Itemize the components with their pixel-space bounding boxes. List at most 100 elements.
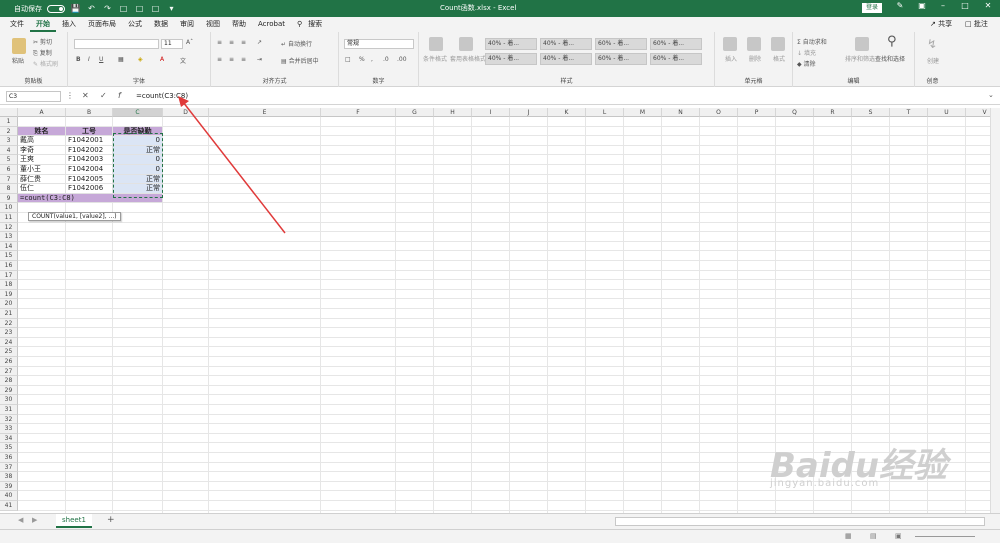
sort-filter-icon[interactable] [855,37,869,51]
name-box-dropdown-icon[interactable]: ⋮ [66,91,74,100]
search-box[interactable]: 搜索 [308,17,328,32]
table-cell[interactable]: 李奇 [18,145,66,156]
underline-icon[interactable]: U [99,56,103,63]
format-painter-button[interactable]: ✎ 格式刷 [33,59,58,68]
share-button[interactable]: ↗ 共享 [930,19,952,29]
column-header-d[interactable]: D [163,108,209,117]
row-header[interactable]: 3 [0,136,18,146]
row-header[interactable]: 24 [0,337,18,348]
format-cells-icon[interactable] [771,37,785,51]
align-top-icon[interactable]: ≡ [217,39,222,46]
fill-button[interactable]: ↓ 填充 [797,48,816,57]
style-cell[interactable]: 60% - 着... [595,38,647,50]
sort-filter-label[interactable]: 排序和筛选 [845,54,875,63]
undo-icon[interactable]: ↶ [86,4,97,13]
column-header-c[interactable]: C [113,108,163,117]
row-header[interactable]: 18 [0,280,18,290]
format-table-icon[interactable] [459,37,473,51]
row-header[interactable]: 22 [0,318,18,329]
table-cell[interactable]: 正常 [113,184,163,194]
function-tooltip[interactable]: COUNT(value1, [value2], ...) [28,212,121,221]
orientation-icon[interactable]: ↗ [257,39,262,46]
ribbon-display-icon[interactable]: ▣ [912,1,932,10]
table-cell[interactable]: 0 [113,136,163,146]
table-cell[interactable]: 王爽 [18,155,66,165]
conditional-format-icon[interactable] [429,37,443,51]
paste-label[interactable]: 粘贴 [12,56,24,65]
row-header[interactable]: 31 [0,405,18,415]
cancel-icon[interactable]: ✕ [82,91,89,100]
row-header[interactable]: 30 [0,395,18,405]
font-color-icon[interactable]: A [160,56,164,63]
table-cell[interactable]: 戴高 [18,136,66,146]
column-header-e[interactable]: E [209,108,321,117]
row-header[interactable]: 6 [0,165,18,175]
italic-icon[interactable]: I [88,56,90,63]
zoom-slider[interactable] [915,536,975,537]
row-header[interactable]: 9 [0,193,18,204]
phonetic-icon[interactable]: 文 [180,56,186,65]
merge-center-button[interactable]: ▤ 合并后居中 [281,56,319,65]
column-header-v[interactable]: V [966,108,990,117]
borders-icon[interactable]: ▦ [118,56,124,63]
select-all-corner[interactable] [0,108,18,117]
sheet-tab[interactable]: sheet1 [56,514,92,528]
scroll-sheets-left-icon[interactable]: ◀ [18,516,23,524]
clear-button[interactable]: ◆ 清除 [797,59,816,68]
bold-icon[interactable]: B [76,56,81,63]
style-cell[interactable]: 60% - 着... [650,53,702,65]
table-cell[interactable]: 正常 [113,145,163,156]
tab-help[interactable]: 帮助 [226,17,252,32]
format-cells-label[interactable]: 格式 [773,54,785,63]
align-right-icon[interactable]: ≡ [241,56,246,63]
row-header[interactable]: 34 [0,433,18,444]
column-header-o[interactable]: O [700,108,738,117]
column-header-u[interactable]: U [928,108,966,117]
tab-page-layout[interactable]: 页面布局 [82,17,122,32]
expand-formula-icon[interactable]: ⌄ [988,91,994,99]
tab-acrobat[interactable]: Acrobat [252,17,291,32]
number-format-select[interactable]: 常规 [344,39,414,49]
font-size-select[interactable]: 11 [161,39,183,49]
style-cell[interactable]: 60% - 着... [650,38,702,50]
table-cell[interactable]: F1042005 [66,174,113,185]
decrease-decimal-icon[interactable]: .00 [397,56,407,63]
find-select-label[interactable]: 查找和选择 [875,54,905,63]
row-header[interactable]: 4 [0,145,18,156]
row-header[interactable]: 40 [0,491,18,501]
style-cell[interactable]: 40% - 着... [485,38,537,50]
column-header-g[interactable]: G [396,108,434,117]
increase-decimal-icon[interactable]: .0 [383,56,389,63]
comment-button[interactable]: □ 批注 [965,19,988,29]
delete-cells-icon[interactable] [747,37,761,51]
column-header-q[interactable]: Q [776,108,814,117]
customize-icon[interactable]: ▾ [166,4,177,13]
table-cell[interactable]: F1042004 [66,165,113,175]
row-header[interactable]: 12 [0,222,18,233]
column-header-k[interactable]: K [548,108,586,117]
column-header-m[interactable]: M [624,108,662,117]
row-header[interactable]: 29 [0,385,18,396]
row-header[interactable]: 33 [0,424,18,434]
row-header[interactable]: 19 [0,289,18,300]
row-header[interactable]: 7 [0,174,18,185]
row-header[interactable]: 8 [0,184,18,194]
redo-icon[interactable]: ↷ [102,4,113,13]
column-header-s[interactable]: S [852,108,890,117]
table-cell[interactable]: 董小王 [18,165,66,175]
paste-icon[interactable] [12,38,26,54]
find-icon[interactable]: ⚲ [887,34,897,49]
new-file-icon[interactable]: □ [118,4,129,13]
row-header[interactable]: 5 [0,155,18,165]
close-icon[interactable]: ✕ [978,1,998,10]
column-header-t[interactable]: T [890,108,928,117]
row-header[interactable]: 11 [0,213,18,223]
font-name-select[interactable] [74,39,159,49]
table-cell[interactable]: F1042002 [66,145,113,156]
autosum-button[interactable]: Σ 自动求和 [797,37,827,46]
pen-icon[interactable]: ✎ [890,1,910,10]
insert-cells-icon[interactable] [723,37,737,51]
row-header[interactable]: 32 [0,414,18,425]
style-cell[interactable]: 40% - 着... [540,38,592,50]
row-header[interactable]: 17 [0,270,18,281]
